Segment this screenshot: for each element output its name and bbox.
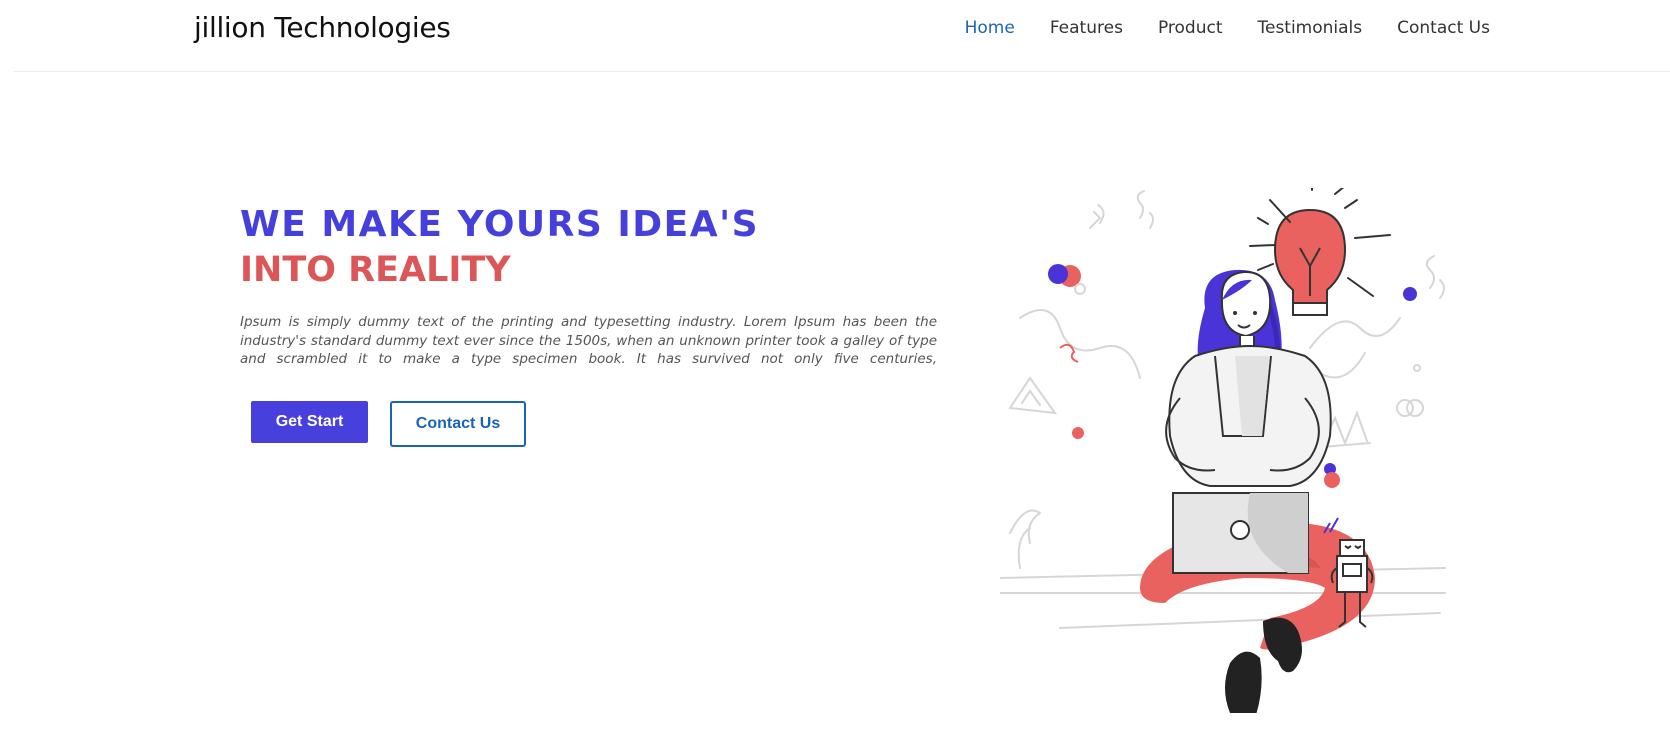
brand-logo[interactable]: jillion Technologies [194,11,451,44]
woman-with-laptop-illustration [1000,188,1446,713]
main-nav: Home Features Product Testimonials Conta… [965,18,1490,38]
nav-item-testimonials[interactable]: Testimonials [1257,18,1362,38]
navbar: jillion Technologies Home Features Produ… [14,0,1670,72]
nav-item-home[interactable]: Home [965,18,1015,38]
get-start-button[interactable]: Get Start [251,401,368,443]
hero-description: Ipsum is simply dummy text of the printi… [240,314,937,367]
contact-us-button[interactable]: Contact Us [390,401,526,447]
hero-title-line2: INTO REALITY [240,250,511,290]
nav-item-features[interactable]: Features [1050,18,1123,38]
nav-item-product[interactable]: Product [1158,18,1223,38]
nav-item-contact-us[interactable]: Contact Us [1397,18,1490,38]
hero-title-line1: WE MAKE YOURS IDEA'S [240,204,760,245]
